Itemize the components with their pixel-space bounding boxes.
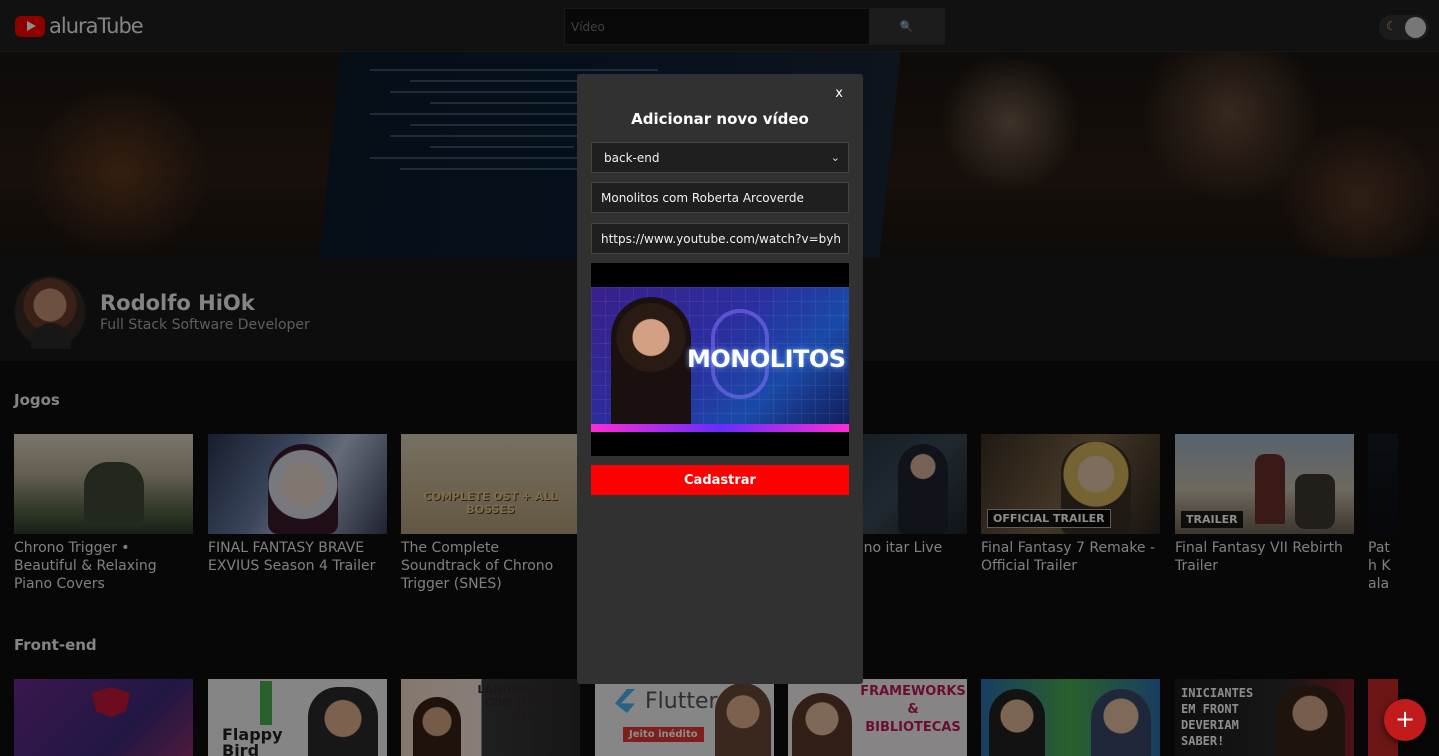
video-title-input[interactable]: Monolitos com Roberta Arcoverde [591, 182, 849, 213]
video-url-value: https://www.youtube.com/watch?v=byh [601, 231, 841, 246]
submit-button[interactable]: Cadastrar [591, 465, 849, 495]
modal-title: Adicionar novo vídeo [631, 110, 809, 128]
video-url-input[interactable]: https://www.youtube.com/watch?v=byh [591, 223, 849, 254]
category-select[interactable]: back-end ⌄ [591, 142, 849, 173]
preview-neon-edge [591, 424, 849, 432]
video-title-value: Monolitos com Roberta Arcoverde [601, 190, 804, 205]
chevron-down-icon: ⌄ [830, 151, 840, 164]
preview-person [611, 297, 691, 432]
category-value: back-end [604, 150, 660, 165]
add-video-fab[interactable]: + [1384, 699, 1426, 741]
video-preview-thumbnail: MONOLITOS [591, 263, 849, 456]
add-video-modal: x Adicionar novo vídeo back-end ⌄ Monoli… [577, 74, 863, 684]
plus-icon: + [1394, 705, 1416, 733]
close-button[interactable]: x [835, 86, 843, 101]
preview-title-text: MONOLITOS [687, 345, 846, 373]
preview-art: MONOLITOS [591, 287, 849, 432]
